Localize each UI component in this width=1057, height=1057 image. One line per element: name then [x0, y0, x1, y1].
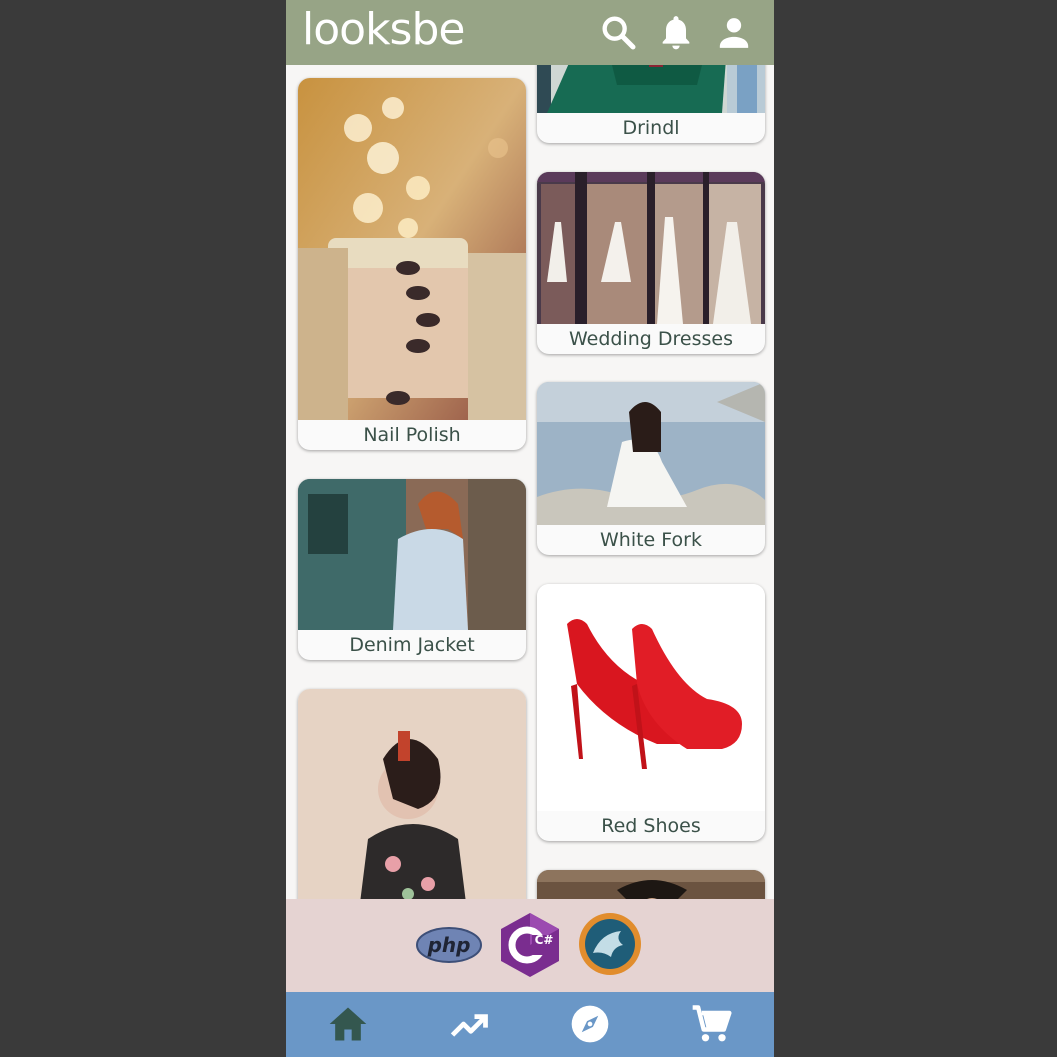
- card-label: Denim Jacket: [349, 634, 475, 656]
- card-label: Drindl: [622, 117, 680, 139]
- mysql-logo: [579, 913, 641, 975]
- nail-polish-photo: [298, 78, 526, 420]
- tech-banner: php C#: [286, 899, 774, 992]
- red-shoes-photo: [537, 584, 765, 811]
- cart-icon[interactable]: [689, 1002, 733, 1046]
- discover-feed[interactable]: Drindl Nail Polish Wedding Dresses White…: [286, 65, 774, 899]
- trending-icon[interactable]: [447, 1002, 491, 1046]
- card-label: Red Shoes: [601, 815, 701, 837]
- card-label: Wedding Dresses: [568, 328, 733, 350]
- feed-card-drindl[interactable]: Drindl: [537, 65, 765, 143]
- feed-card-hat[interactable]: [537, 870, 765, 899]
- feed-card-wedding-dresses[interactable]: Wedding Dresses: [537, 172, 765, 354]
- card-label: Nail Polish: [363, 424, 461, 446]
- card-label: White Fork: [600, 529, 702, 551]
- php-logo: php: [416, 927, 482, 963]
- feed-card-white-fork[interactable]: White Fork: [537, 382, 765, 555]
- feed-card-red-shoes[interactable]: Red Shoes: [537, 584, 765, 841]
- brand-logo[interactable]: looksbe: [302, 4, 465, 55]
- bottom-navigation: [286, 992, 774, 1057]
- denim-jacket-photo: [298, 479, 526, 630]
- svg-text:php: php: [427, 933, 471, 957]
- kimono-photo: [298, 689, 526, 899]
- explore-icon[interactable]: [568, 1002, 612, 1046]
- bell-icon[interactable]: [656, 12, 696, 52]
- search-icon[interactable]: [598, 12, 638, 52]
- hat-photo: [537, 870, 765, 899]
- top-app-bar: looksbe: [286, 0, 774, 65]
- drindl-photo: [537, 65, 765, 113]
- svg-text:C#: C#: [535, 933, 554, 947]
- feed-card-nail-polish[interactable]: Nail Polish: [298, 78, 526, 450]
- white-fork-photo: [537, 382, 765, 525]
- wedding-dresses-photo: [537, 172, 765, 324]
- app-screen: looksbe Drindl Nail Polish Wedding Dress…: [286, 0, 774, 1057]
- feed-card-denim-jacket[interactable]: Denim Jacket: [298, 479, 526, 660]
- user-icon[interactable]: [714, 12, 754, 52]
- feed-card-kimono[interactable]: [298, 689, 526, 899]
- csharp-logo: C#: [501, 913, 559, 977]
- home-icon[interactable]: [326, 1002, 370, 1046]
